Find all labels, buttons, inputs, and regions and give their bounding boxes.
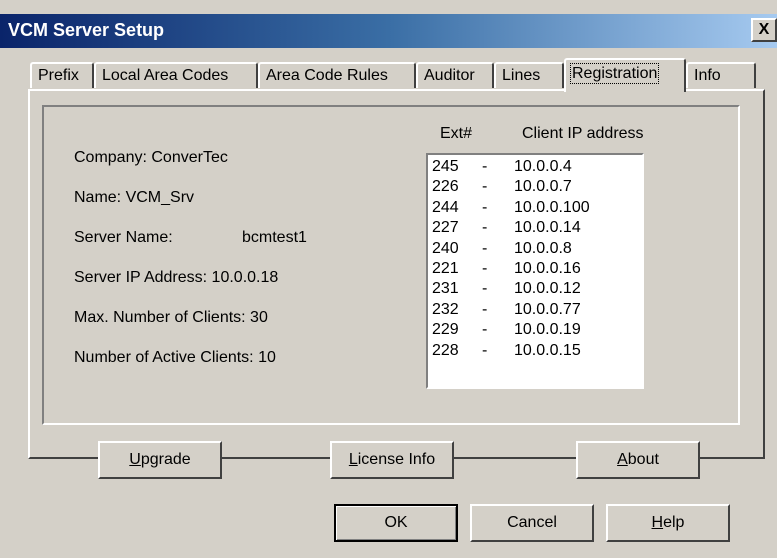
tab-auditor[interactable]: Auditor [416, 62, 494, 88]
client-ext: 232 [432, 300, 459, 318]
license-label: icense Info [357, 451, 436, 468]
about-label: bout [627, 451, 659, 468]
list-item[interactable]: 229 - 10.0.0.19 [428, 320, 642, 340]
title-bar[interactable]: VCM Server Setup X [0, 14, 777, 48]
list-item[interactable]: 245 - 10.0.0.4 [428, 157, 642, 177]
cancel-label: Cancel [507, 514, 557, 531]
registration-groupbox: Company: ConverTec Name: VCM_Srv Server … [42, 105, 740, 425]
tab-lines[interactable]: Lines [494, 62, 564, 88]
client-separator: - [482, 280, 488, 298]
tab-label: Info [694, 67, 721, 84]
client-separator: - [482, 300, 488, 318]
server-name-label: Server Name: [74, 229, 173, 246]
client-ext: 228 [432, 341, 459, 359]
upgrade-label: pgrade [140, 451, 191, 468]
client-ip: 10.0.0.19 [514, 321, 581, 339]
list-item[interactable]: 221 - 10.0.0.16 [428, 259, 642, 279]
client-separator: - [482, 198, 488, 216]
client-ext: 231 [432, 280, 459, 298]
client-separator: - [482, 178, 488, 196]
list-item[interactable]: 227 - 10.0.0.14 [428, 218, 642, 238]
tab-label: Prefix [38, 67, 79, 84]
client-ext: 226 [432, 178, 459, 196]
about-accelerator: A [617, 451, 628, 468]
ext-column-header: Ext# [440, 125, 473, 142]
about-button[interactable]: About [576, 441, 700, 479]
registration-panel: Company: ConverTec Name: VCM_Srv Server … [28, 89, 765, 479]
help-button[interactable]: Help [606, 504, 730, 542]
tab-label: Auditor [424, 67, 475, 84]
client-ip: 10.0.0.16 [514, 259, 581, 277]
company-text: Company: ConverTec [74, 149, 228, 166]
client-ip: 10.0.0.77 [514, 300, 581, 318]
client-separator: - [482, 341, 488, 359]
client-ip: 10.0.0.100 [514, 198, 590, 216]
list-item[interactable]: 231 - 10.0.0.12 [428, 279, 642, 299]
client-ip: 10.0.0.7 [514, 178, 572, 196]
client-ip: 10.0.0.8 [514, 239, 572, 257]
ip-column-header: Client IP address [522, 125, 644, 142]
tab-area-code-rules[interactable]: Area Code Rules [258, 62, 416, 88]
ok-label: OK [384, 514, 408, 531]
vcm-server-setup-window: VCM Server Setup X Prefix Local Area Cod… [0, 0, 777, 558]
tab-label: Local Area Codes [102, 67, 229, 84]
client-ext: 229 [432, 321, 459, 339]
client-ext: 227 [432, 219, 459, 237]
cancel-button[interactable]: Cancel [470, 504, 594, 542]
tab-registration[interactable]: Registration [564, 58, 686, 92]
server-ip-text: Server IP Address: 10.0.0.18 [74, 269, 279, 286]
tab-label: Lines [502, 67, 541, 84]
upgrade-button[interactable]: Upgrade [98, 441, 222, 479]
tab-local-area-codes[interactable]: Local Area Codes [94, 62, 258, 88]
ok-button[interactable]: OK [334, 504, 458, 542]
clients-listbox[interactable]: 245-10.0.0.4 226-10.0.0.7 244-10.0.0.100 22… [426, 153, 644, 389]
window-title: VCM Server Setup [8, 20, 165, 40]
client-ext: 221 [432, 259, 459, 277]
help-label: elp [663, 514, 685, 531]
license-accelerator: L [348, 451, 358, 468]
tab-label: Area Code Rules [266, 67, 388, 84]
client-ip: 10.0.0.12 [514, 280, 581, 298]
list-item[interactable]: 232 - 10.0.0.77 [428, 300, 642, 320]
tab-label: Registration [569, 63, 660, 84]
license-info-button[interactable]: License Info [330, 441, 454, 479]
client-ext: 244 [432, 198, 459, 216]
max-clients-text: Max. Number of Clients: 30 [74, 309, 268, 326]
active-clients-text: Number of Active Clients: 10 [74, 349, 276, 366]
client-separator: - [482, 321, 488, 339]
tab-prefix[interactable]: Prefix [30, 62, 94, 88]
client-ip: 10.0.0.14 [514, 219, 581, 237]
client-ext: 245 [432, 158, 459, 175]
client-separator: - [482, 158, 488, 175]
tab-info[interactable]: Info [686, 62, 756, 88]
upgrade-accelerator: U [129, 451, 141, 468]
client-separator: - [482, 239, 488, 257]
name-text: Name: VCM_Srv [74, 189, 195, 206]
client-ip: 10.0.0.4 [514, 158, 572, 175]
client-separator: - [482, 259, 488, 277]
list-item[interactable]: 244 - 10.0.0.100 [428, 198, 642, 218]
close-icon: X [758, 21, 770, 38]
close-button[interactable]: X [751, 18, 777, 42]
client-separator: - [482, 219, 488, 237]
client-ip: 10.0.0.15 [514, 341, 581, 359]
client-ext: 240 [432, 239, 459, 257]
list-item[interactable]: 226 - 10.0.0.7 [428, 177, 642, 197]
list-item[interactable]: 228 - 10.0.0.15 [428, 341, 642, 361]
list-item[interactable]: 240 - 10.0.0.8 [428, 239, 642, 259]
help-accelerator: H [651, 514, 664, 531]
server-name-value: bcmtest1 [242, 229, 307, 246]
